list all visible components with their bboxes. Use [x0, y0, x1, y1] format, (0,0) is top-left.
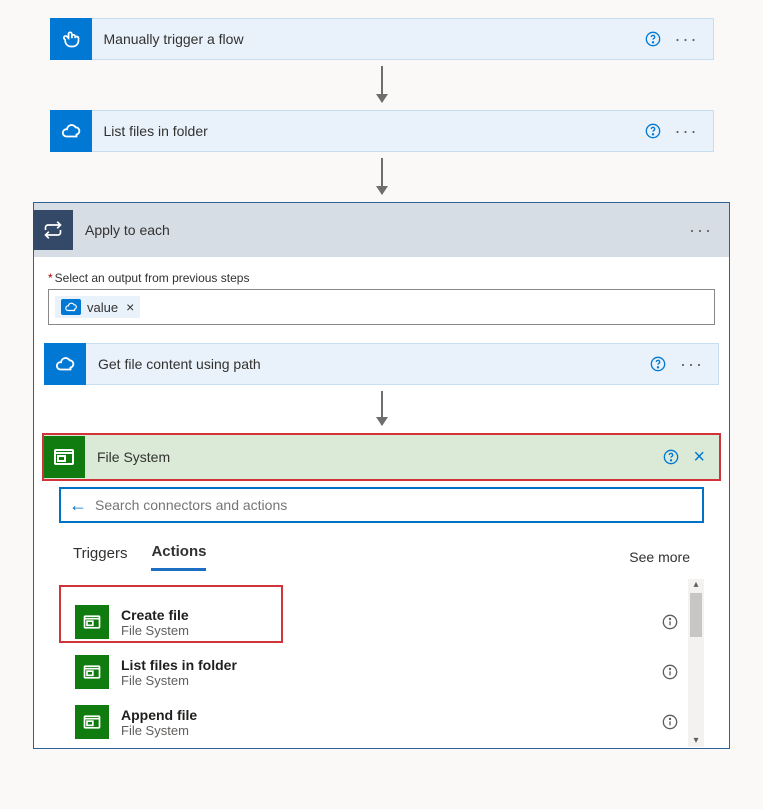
action-create-file[interactable]: Create file File System — [67, 597, 700, 647]
help-icon[interactable] — [645, 123, 661, 139]
trigger-card[interactable]: Manually trigger a flow ··· — [50, 18, 714, 60]
action-title: Create file — [121, 607, 662, 623]
action-subtitle: File System — [121, 723, 662, 738]
loop-icon — [33, 210, 73, 250]
list-files-title: List files in folder — [92, 123, 645, 139]
file-system-connector-card[interactable]: File System × — [44, 435, 719, 479]
action-subtitle: File System — [121, 623, 662, 638]
apply-header[interactable]: Apply to each ··· — [34, 203, 729, 257]
connector-arrow — [381, 66, 383, 102]
apply-to-each-container: Apply to each ··· *Select an output from… — [33, 202, 730, 749]
help-icon[interactable] — [663, 449, 679, 465]
see-more-link[interactable]: See more — [629, 549, 690, 565]
more-menu-icon[interactable]: ··· — [689, 221, 729, 239]
action-title: Append file — [121, 707, 662, 723]
search-row[interactable]: ← — [59, 487, 704, 523]
more-menu-icon[interactable]: ··· — [675, 122, 699, 140]
remove-token-icon[interactable]: × — [126, 299, 134, 315]
connector-arrow — [381, 391, 383, 425]
get-content-title: Get file content using path — [86, 356, 650, 372]
action-picker-panel: ← Triggers Actions See more Create file … — [58, 487, 705, 748]
connector-arrow — [381, 158, 383, 194]
token-label: value — [87, 300, 118, 315]
manual-trigger-icon — [50, 18, 92, 60]
scroll-up-icon[interactable]: ▴ — [690, 579, 702, 591]
file-system-icon — [75, 655, 109, 689]
apply-title: Apply to each — [73, 222, 689, 238]
cloud-icon — [61, 299, 81, 315]
scroll-down-icon[interactable]: ▾ — [690, 735, 702, 747]
action-title: List files in folder — [121, 657, 662, 673]
help-icon[interactable] — [645, 31, 661, 47]
close-icon[interactable]: × — [693, 447, 705, 467]
picker-tabs: Triggers Actions See more — [59, 523, 704, 579]
search-input[interactable] — [95, 497, 694, 513]
action-list-files[interactable]: List files in folder File System — [67, 647, 700, 697]
input-label: *Select an output from previous steps — [48, 271, 715, 285]
cloud-icon — [50, 110, 92, 152]
info-icon[interactable] — [662, 714, 678, 730]
scrollbar[interactable]: ▴ ▾ — [688, 579, 704, 747]
info-icon[interactable] — [662, 614, 678, 630]
tab-actions[interactable]: Actions — [151, 543, 206, 571]
info-icon[interactable] — [662, 664, 678, 680]
action-list: Create file File System List files in fo… — [59, 579, 704, 747]
file-system-icon — [75, 605, 109, 639]
action-subtitle: File System — [121, 673, 662, 688]
scroll-thumb[interactable] — [690, 593, 702, 637]
back-arrow-icon[interactable]: ← — [69, 495, 87, 516]
file-system-icon — [75, 705, 109, 739]
get-file-content-card[interactable]: Get file content using path ··· — [44, 343, 719, 385]
token-input[interactable]: value × — [48, 289, 715, 325]
more-menu-icon[interactable]: ··· — [680, 355, 704, 373]
cloud-icon — [44, 343, 86, 385]
file-system-icon — [43, 436, 85, 478]
more-menu-icon[interactable]: ··· — [675, 30, 699, 48]
tab-triggers[interactable]: Triggers — [73, 545, 127, 570]
action-append-file[interactable]: Append file File System — [67, 697, 700, 747]
list-files-card[interactable]: List files in folder ··· — [50, 110, 714, 152]
help-icon[interactable] — [650, 356, 666, 372]
file-system-title: File System — [85, 449, 663, 465]
trigger-title: Manually trigger a flow — [92, 31, 645, 47]
token-chip-value[interactable]: value × — [55, 296, 140, 318]
